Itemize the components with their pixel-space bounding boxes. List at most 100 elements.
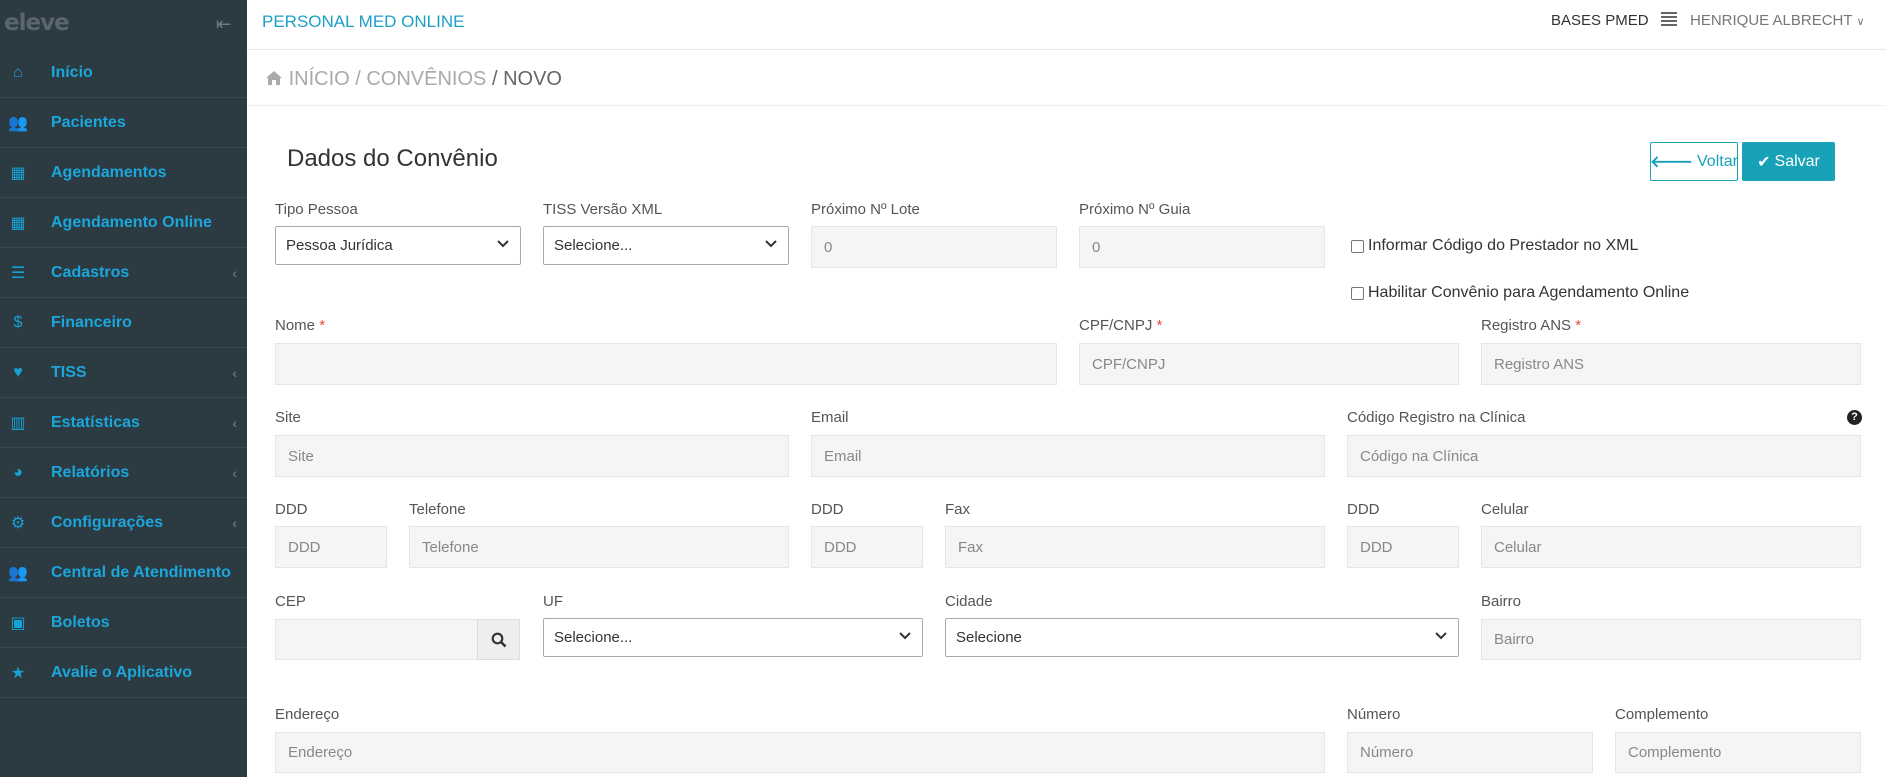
endereco-input[interactable]: Endereço	[275, 732, 1325, 773]
cidade-value: Selecione	[956, 629, 1022, 646]
ddd1-placeholder: DDD	[288, 538, 321, 556]
required-marker: *	[1156, 317, 1163, 334]
fax-input[interactable]: Fax	[945, 526, 1325, 568]
users-icon: 👥	[8, 114, 28, 132]
telefone-input[interactable]: Telefone	[409, 526, 789, 568]
celular-label: Celular	[1481, 501, 1529, 518]
bairro-input[interactable]: Bairro	[1481, 619, 1861, 660]
user-name: HENRIQUE ALBRECHT	[1690, 12, 1853, 29]
online-checkbox[interactable]: Habilitar Convênio para Agendamento Onli…	[1351, 284, 1689, 302]
tiss-label: TISS Versão XML	[543, 201, 663, 218]
sidebar-item[interactable]: ♥ TISS ‹	[0, 348, 247, 398]
ans-label: Registro ANS *	[1481, 317, 1581, 334]
complemento-placeholder: Complemento	[1628, 744, 1722, 761]
sidebar-item[interactable]: ▥ Estatísticas ‹	[0, 398, 247, 448]
user-menu[interactable]: HENRIQUE ALBRECHT ∨	[1690, 12, 1865, 29]
site-input[interactable]: Site	[275, 435, 789, 477]
ddd3-input[interactable]: DDD	[1347, 526, 1459, 568]
sidebar: eleve ⇤ ⌂ Início 👥 Pacientes ▦ Agendamentos ▦ A…	[0, 0, 247, 777]
ans-input[interactable]: Registro ANS	[1481, 343, 1861, 385]
sidebar-item[interactable]: ▦ Agendamentos	[0, 148, 247, 198]
bairro-label: Bairro	[1481, 593, 1522, 610]
chevron-left-icon: ‹	[232, 364, 237, 381]
divider	[247, 105, 1886, 106]
ddd2-placeholder: DDD	[824, 538, 857, 556]
database-icon[interactable]	[1661, 12, 1677, 26]
chevron-left-icon: ‹	[232, 464, 237, 481]
endereco-placeholder: Endereço	[288, 744, 353, 761]
site-label: Site	[275, 409, 301, 426]
sidebar-item-label: Relatórios	[51, 463, 130, 481]
checkbox-box[interactable]	[1351, 239, 1364, 253]
sidebar-item[interactable]: ◕ Relatórios ‹	[0, 448, 247, 498]
tiss-select[interactable]: Selecione...	[543, 226, 789, 265]
save-label: Salvar	[1774, 152, 1820, 170]
bases-selector[interactable]: BASES PMED	[1551, 12, 1649, 29]
sidebar-item-label: Início	[51, 63, 93, 81]
ddd3-label: DDD	[1347, 501, 1380, 518]
sidebar-item[interactable]: ▣ Boletos	[0, 598, 247, 648]
guia-input[interactable]: 0	[1079, 226, 1325, 268]
sidebar-item[interactable]: ⚙ Configurações ‹	[0, 498, 247, 548]
gear-icon: ⚙	[10, 514, 26, 532]
cpf-placeholder: CPF/CNPJ	[1092, 355, 1166, 373]
fax-placeholder: Fax	[958, 538, 984, 556]
chevron-down-icon	[1435, 632, 1447, 640]
nome-label-text: Nome	[275, 317, 316, 334]
lote-input[interactable]: 0	[811, 226, 1057, 268]
uf-label: UF	[543, 593, 563, 610]
cidade-select[interactable]: Selecione	[945, 618, 1459, 657]
sidebar-item[interactable]: ★ Avalie o Aplicativo	[0, 648, 247, 698]
heartbeat-icon: ♥	[13, 363, 23, 381]
numero-placeholder: Número	[1360, 744, 1414, 761]
sidebar-menu: ⌂ Início 👥 Pacientes ▦ Agendamentos ▦ Agendamen…	[0, 48, 247, 698]
complemento-input[interactable]: Complemento	[1615, 732, 1861, 773]
prestador-checkbox-label: Informar Código do Prestador no XML	[1368, 237, 1639, 254]
brand-title[interactable]: PERSONAL MED ONLINE	[262, 12, 464, 32]
prestador-checkbox[interactable]: Informar Código do Prestador no XML	[1351, 237, 1638, 255]
home-icon	[266, 71, 282, 85]
sidebar-item[interactable]: ⌂ Início	[0, 48, 247, 98]
sidebar-item[interactable]: ☰ Cadastros ‹	[0, 248, 247, 298]
tipo-pessoa-select[interactable]: Pessoa Jurídica	[275, 226, 521, 265]
breadcrumb-convenios[interactable]: / CONVÊNIOS	[355, 68, 486, 90]
lote-value: 0	[824, 238, 833, 256]
uf-select[interactable]: Selecione...	[543, 618, 923, 657]
ddd1-input[interactable]: DDD	[275, 526, 387, 568]
calendar-icon: ▦	[10, 214, 26, 232]
save-button[interactable]: ✔ Salvar	[1742, 142, 1835, 181]
numero-input[interactable]: Número	[1347, 732, 1593, 773]
ans-placeholder: Registro ANS	[1494, 355, 1585, 373]
money-icon: ▣	[10, 614, 26, 632]
telefone-placeholder: Telefone	[422, 538, 479, 556]
celular-input[interactable]: Celular	[1481, 526, 1861, 568]
help-icon[interactable]: ?	[1847, 410, 1862, 425]
breadcrumb-home[interactable]: INÍCIO	[289, 68, 350, 90]
sidebar-item[interactable]: $ Financeiro	[0, 298, 247, 348]
cep-input[interactable]	[275, 619, 479, 660]
nome-label: Nome *	[275, 317, 325, 334]
checkbox-box[interactable]	[1351, 286, 1364, 300]
sidebar-item[interactable]: ▦ Agendamento Online	[0, 198, 247, 248]
sidebar-item-label: Cadastros	[51, 263, 130, 281]
codigo-input[interactable]: Código na Clínica	[1347, 435, 1861, 477]
nome-input[interactable]	[275, 343, 1057, 385]
back-label: Voltar	[1697, 152, 1738, 170]
cep-search-button[interactable]	[477, 619, 520, 660]
ddd2-input[interactable]: DDD	[811, 526, 923, 568]
numero-label: Número	[1347, 706, 1401, 723]
email-input[interactable]: Email	[811, 435, 1325, 477]
back-button[interactable]: 🡐 Voltar	[1650, 142, 1738, 181]
topbar: PERSONAL MED ONLINE BASES PMED HENRIQUE …	[247, 0, 1886, 50]
celular-placeholder: Celular	[1494, 538, 1542, 556]
cpf-label-text: CPF/CNPJ	[1079, 317, 1153, 334]
chevron-left-icon: ‹	[232, 414, 237, 431]
calendar-icon: ▦	[10, 164, 26, 182]
sidebar-item[interactable]: 👥 Central de Atendimento	[0, 548, 247, 598]
cpf-input[interactable]: CPF/CNPJ	[1079, 343, 1459, 385]
ddd2-label: DDD	[811, 501, 844, 518]
email-label: Email	[811, 409, 849, 426]
sidebar-item[interactable]: 👥 Pacientes	[0, 98, 247, 148]
sidebar-toggle-icon[interactable]: ⇤	[216, 14, 231, 35]
dollar-icon: $	[13, 313, 23, 331]
